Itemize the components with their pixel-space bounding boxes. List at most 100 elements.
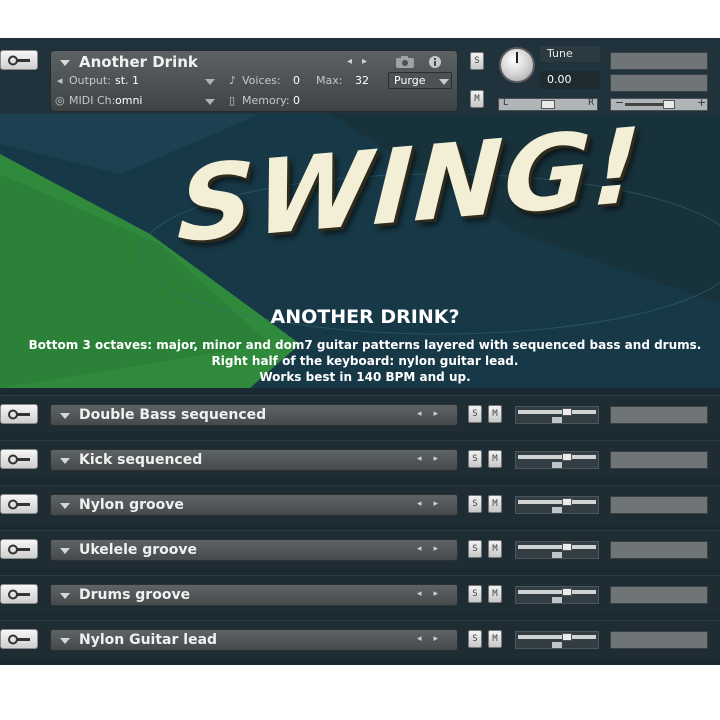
row-volume-slider[interactable] <box>515 631 599 649</box>
output-value[interactable]: st. 1 <box>115 74 139 87</box>
slider-thumb[interactable] <box>562 633 572 641</box>
row-name-bar[interactable]: Nylon groove ◂▸ <box>50 494 458 516</box>
tune-knob[interactable] <box>499 47 535 83</box>
row-meter <box>610 496 708 514</box>
midi-dropdown-icon[interactable] <box>205 99 215 105</box>
row-name: Ukelele groove <box>79 542 198 558</box>
voices-label: Voices: <box>242 74 281 87</box>
instrument-mute-button[interactable]: M <box>470 90 484 108</box>
wrench-icon <box>8 544 30 555</box>
memory-label: Memory: <box>242 94 290 107</box>
instrument-title[interactable]: Another Drink <box>79 53 198 71</box>
volume-plus-icon[interactable]: + <box>697 96 706 109</box>
arrow-left-right-icon[interactable]: ◂▸ <box>417 634 450 644</box>
tune-value: 0.00 <box>547 73 572 86</box>
row-volume-slider[interactable] <box>515 586 599 604</box>
pan-slider[interactable]: L R <box>498 98 598 111</box>
solo-button[interactable]: S <box>468 450 482 468</box>
slider-thumb[interactable] <box>562 453 572 461</box>
row-volume-slider[interactable] <box>515 541 599 559</box>
max-voices-value[interactable]: 32 <box>355 74 369 87</box>
row-ukelele-groove: Ukelele groove ◂▸ S M <box>0 530 720 568</box>
row-name-bar[interactable]: Ukelele groove ◂▸ <box>50 539 458 561</box>
volume-minus-icon[interactable]: − <box>615 96 624 109</box>
slider-thumb[interactable] <box>562 543 572 551</box>
slider-thumb[interactable] <box>562 588 572 596</box>
mute-button[interactable]: M <box>488 540 502 558</box>
arrow-left-right-icon[interactable]: ◂▸ <box>417 454 450 464</box>
row-double-bass: Double Bass sequenced ◂▸ S M <box>0 395 720 433</box>
mute-button[interactable]: M <box>488 585 502 603</box>
triangle-down-icon[interactable] <box>60 503 70 509</box>
slider-track <box>518 635 596 639</box>
triangle-down-icon[interactable] <box>60 548 70 554</box>
slider-thumb[interactable] <box>562 408 572 416</box>
artwork-description-line-2: Right half of the keyboard: nylon guitar… <box>211 354 519 368</box>
solo-button[interactable]: S <box>468 540 482 558</box>
pan-thumb[interactable] <box>552 507 562 513</box>
info-icon[interactable] <box>428 55 442 69</box>
row-name-bar[interactable]: Drums groove ◂▸ <box>50 584 458 606</box>
row-meter <box>610 451 708 469</box>
slider-thumb[interactable] <box>562 498 572 506</box>
purge-dropdown-icon <box>439 79 449 85</box>
row-drums-groove: Drums groove ◂▸ S M <box>0 575 720 613</box>
wrench-icon <box>8 409 30 420</box>
solo-button[interactable]: S <box>468 630 482 648</box>
row-name-bar[interactable]: Nylon Guitar lead ◂▸ <box>50 629 458 651</box>
volume-slider[interactable]: − + <box>610 96 708 111</box>
solo-button[interactable]: S <box>468 495 482 513</box>
camera-icon[interactable] <box>395 55 415 69</box>
mute-button[interactable]: M <box>488 495 502 513</box>
instrument-options-button[interactable] <box>0 50 38 70</box>
arrow-left-right-icon[interactable]: ◂▸ <box>417 544 450 554</box>
purge-dropdown[interactable]: Purge <box>388 72 452 89</box>
triangle-down-icon[interactable] <box>60 638 70 644</box>
row-options-button[interactable] <box>0 539 38 559</box>
slider-track <box>518 590 596 594</box>
solo-button[interactable]: S <box>468 585 482 603</box>
pan-thumb[interactable] <box>552 552 562 558</box>
artwork-description-line-3: Works best in 140 BPM and up. <box>259 370 471 384</box>
row-name-bar[interactable]: Kick sequenced ◂▸ <box>50 449 458 471</box>
arrow-left-right-icon[interactable]: ◂▸ <box>347 56 377 67</box>
row-options-button[interactable] <box>0 404 38 424</box>
output-dropdown-icon[interactable] <box>205 79 215 85</box>
row-options-button[interactable] <box>0 449 38 469</box>
pan-thumb[interactable] <box>552 417 562 423</box>
row-options-button[interactable] <box>0 584 38 604</box>
arrow-left-right-icon[interactable]: ◂▸ <box>417 409 450 419</box>
solo-button[interactable]: S <box>468 405 482 423</box>
row-options-button[interactable] <box>0 629 38 649</box>
slider-track <box>518 545 596 549</box>
row-volume-slider[interactable] <box>515 496 599 514</box>
pan-thumb[interactable] <box>552 597 562 603</box>
row-nylon-guitar-lead: Nylon Guitar lead ◂▸ S M <box>0 620 720 658</box>
triangle-down-icon[interactable] <box>60 413 70 419</box>
tune-value-box[interactable]: 0.00 <box>540 71 600 89</box>
mute-button[interactable]: M <box>488 405 502 423</box>
midi-value[interactable]: omni <box>115 94 142 107</box>
row-options-button[interactable] <box>0 494 38 514</box>
row-name: Double Bass sequenced <box>79 407 267 423</box>
triangle-down-icon[interactable] <box>60 458 70 464</box>
row-kick: Kick sequenced ◂▸ S M <box>0 440 720 478</box>
mute-button[interactable]: M <box>488 630 502 648</box>
pan-thumb[interactable] <box>541 100 555 109</box>
row-name-bar[interactable]: Double Bass sequenced ◂▸ <box>50 404 458 426</box>
pan-thumb[interactable] <box>552 642 562 648</box>
arrow-left-right-icon[interactable]: ◂▸ <box>417 499 450 509</box>
row-volume-slider[interactable] <box>515 451 599 469</box>
triangle-down-icon[interactable] <box>60 593 70 599</box>
wrench-icon <box>8 454 30 465</box>
tune-label-box: Tune <box>540 46 600 62</box>
volume-thumb[interactable] <box>663 100 675 109</box>
pan-thumb[interactable] <box>552 462 562 468</box>
triangle-down-icon[interactable] <box>60 60 70 66</box>
mute-button[interactable]: M <box>488 450 502 468</box>
row-volume-slider[interactable] <box>515 406 599 424</box>
wrench-icon <box>8 499 30 510</box>
slider-track <box>518 500 596 504</box>
instrument-solo-button[interactable]: S <box>470 52 484 70</box>
arrow-left-right-icon[interactable]: ◂▸ <box>417 589 450 599</box>
